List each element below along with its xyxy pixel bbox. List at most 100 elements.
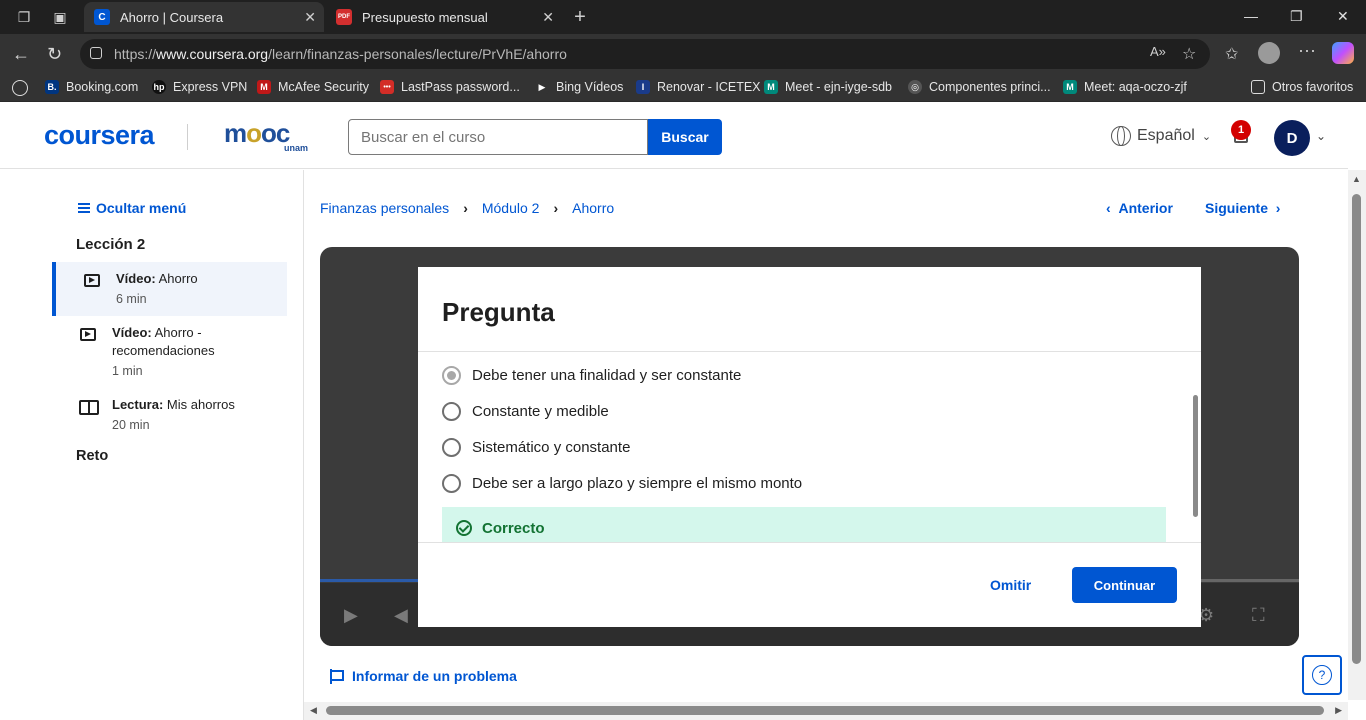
radio-icon[interactable] <box>442 402 461 421</box>
feedback-banner: Correcto <box>442 507 1166 542</box>
unam-label: unam <box>284 143 309 153</box>
breadcrumb-module[interactable]: Módulo 2 <box>482 200 540 216</box>
sidebar-item-text: Lectura: Mis ahorros 20 min <box>112 396 282 434</box>
previous-button[interactable]: ‹ Anterior <box>1106 200 1173 216</box>
language-label: Español <box>1137 127 1195 144</box>
more-icon[interactable]: ··· <box>1298 40 1316 61</box>
profile-icon[interactable] <box>1258 42 1280 64</box>
page-vertical-scrollbar[interactable]: ▲ <box>1348 170 1366 700</box>
minimize-icon[interactable]: — <box>1244 8 1258 24</box>
tab-actions-icon[interactable]: ▣ <box>50 7 70 27</box>
sidebar-item-reto[interactable]: Reto <box>76 448 108 464</box>
quiz-option-2[interactable]: Constante y medible <box>442 402 609 421</box>
quiz-option-1[interactable]: Debe tener una finalidad y ser constante <box>442 366 741 385</box>
sidebar-item-lectura[interactable]: Lectura: Mis ahorros 20 min <box>52 388 287 442</box>
bookmark-meet-2[interactable]: M Meet: aqa-oczo-zjf <box>1063 80 1187 94</box>
bookmark-componentes[interactable]: ◎ Componentes princi... <box>908 80 1051 94</box>
quiz-option-4[interactable]: Debe ser a largo plazo y siempre el mism… <box>442 474 802 493</box>
scrollbar-thumb[interactable] <box>326 706 1324 715</box>
option-label: Debe ser a largo plazo y siempre el mism… <box>472 475 803 492</box>
scroll-up-icon[interactable]: ▲ <box>1352 174 1361 184</box>
avatar[interactable]: D <box>1274 120 1310 156</box>
notification-badge: 1 <box>1231 120 1251 140</box>
new-tab-icon[interactable]: + <box>570 6 590 28</box>
quiz-option-3[interactable]: Sistemático y constante <box>442 438 630 457</box>
tab-coursera[interactable]: C Ahorro | Coursera ✕ <box>84 2 324 32</box>
meet-icon: M <box>764 80 778 94</box>
radio-icon[interactable] <box>442 474 461 493</box>
next-button[interactable]: Siguiente › <box>1205 200 1280 216</box>
bookmark-mcafee[interactable]: M McAfee Security <box>257 80 369 94</box>
chevron-right-icon: › <box>463 200 468 216</box>
bookmark-icetex[interactable]: I Renovar - ICETEX <box>636 80 761 94</box>
lock-icon[interactable] <box>90 47 102 59</box>
mooc-unam-logo[interactable]: mooc <box>224 118 290 149</box>
modal-scrollbar[interactable] <box>1193 395 1198 517</box>
search-button[interactable]: Buscar <box>648 119 722 155</box>
workspaces-icon[interactable]: ❐ <box>14 7 34 27</box>
course-search-input[interactable] <box>348 119 648 155</box>
item-type: Vídeo: <box>116 271 156 286</box>
volume-icon[interactable]: ◀ <box>394 605 408 626</box>
coursera-logo[interactable]: coursera <box>44 120 155 151</box>
bookmark-expressvpn[interactable]: hp Express VPN <box>152 80 247 94</box>
address-bar[interactable]: https://www.coursera.org/learn/finanzas-… <box>80 39 1210 69</box>
bookmark-meet-1[interactable]: M Meet - ejn-iyge-sdb <box>764 80 892 94</box>
copilot-icon[interactable] <box>1332 42 1354 64</box>
bookmark-label: McAfee Security <box>278 80 370 94</box>
maximize-icon[interactable]: ❐ <box>1290 8 1303 25</box>
continue-button[interactable]: Continuar <box>1072 567 1177 603</box>
fullscreen-icon[interactable]: ⛶ <box>1252 605 1265 626</box>
help-button[interactable]: ? <box>1302 655 1342 695</box>
close-window-icon[interactable]: ✕ <box>1337 8 1349 25</box>
radio-selected-icon[interactable] <box>442 366 461 385</box>
report-problem-link[interactable]: Informar de un problema <box>330 668 517 684</box>
quiz-modal: Pregunta Debe tener una finalidad y ser … <box>418 267 1201 627</box>
hide-menu-button[interactable]: Ocultar menú <box>78 200 186 216</box>
video-icon <box>84 274 100 287</box>
hp-icon: hp <box>152 80 166 94</box>
next-label: Siguiente <box>1205 200 1269 216</box>
sidebar-item-video-ahorro[interactable]: Vídeo: Ahorro 6 min <box>52 262 287 316</box>
option-label: Constante y medible <box>472 403 609 420</box>
back-icon[interactable]: ← <box>12 44 30 65</box>
breadcrumb: Finanzas personales › Módulo 2 › Ahorro <box>320 200 614 216</box>
bookmark-lastpass[interactable]: ••• LastPass password... <box>380 80 520 94</box>
flag-icon <box>330 668 344 684</box>
bookmark-booking[interactable]: B. Booking.com <box>45 80 138 94</box>
lesson-title: Lección 2 <box>76 236 146 253</box>
globe-icon[interactable] <box>12 80 28 96</box>
page-horizontal-scrollbar[interactable]: ◀ ▶ <box>304 702 1348 720</box>
scrollbar-thumb[interactable] <box>1352 194 1361 664</box>
sidebar-item-video-recomendaciones[interactable]: Vídeo: Ahorro - recomendaciones 1 min <box>52 316 287 388</box>
item-type: Vídeo: <box>112 325 152 340</box>
favorites-icon[interactable]: ✩ <box>1225 44 1238 64</box>
sidebar-item-text: Vídeo: Ahorro - recomendaciones 1 min <box>112 324 282 380</box>
favorite-star-icon[interactable]: ☆ <box>1182 44 1196 64</box>
close-tab-icon[interactable]: ✕ <box>542 9 554 26</box>
browser-toolbar: ← ↻ https://www.coursera.org/learn/finan… <box>0 34 1366 74</box>
chevron-down-icon[interactable]: ⌄ <box>1316 129 1326 143</box>
folder-icon <box>1251 80 1265 94</box>
breadcrumb-course[interactable]: Finanzas personales <box>320 200 449 216</box>
scroll-right-icon[interactable]: ▶ <box>1335 705 1342 716</box>
coursera-favicon-icon: C <box>94 9 110 25</box>
radio-icon[interactable] <box>442 438 461 457</box>
tab-presupuesto[interactable]: PDF Presupuesto mensual ✕ <box>326 2 562 32</box>
modal-divider <box>418 351 1201 352</box>
read-aloud-icon[interactable]: A» <box>1150 44 1166 59</box>
globe-icon <box>1111 126 1131 146</box>
play-icon[interactable]: ▶ <box>344 605 358 626</box>
close-tab-icon[interactable]: ✕ <box>304 9 316 26</box>
breadcrumb-lesson[interactable]: Ahorro <box>572 200 614 216</box>
scroll-left-icon[interactable]: ◀ <box>310 705 317 716</box>
item-type: Lectura: <box>112 397 164 412</box>
quiz-title: Pregunta <box>442 297 555 327</box>
bookmark-label: Renovar - ICETEX <box>657 80 761 94</box>
bookmark-bing-videos[interactable]: ▶ Bing Vídeos <box>535 80 623 94</box>
chevron-right-icon: › <box>553 200 559 216</box>
skip-button[interactable]: Omitir <box>990 577 1031 593</box>
refresh-icon[interactable]: ↻ <box>47 44 62 65</box>
language-selector[interactable]: Español ⌄ <box>1111 126 1211 146</box>
bookmark-other-favorites[interactable]: Otros favoritos <box>1251 80 1353 94</box>
